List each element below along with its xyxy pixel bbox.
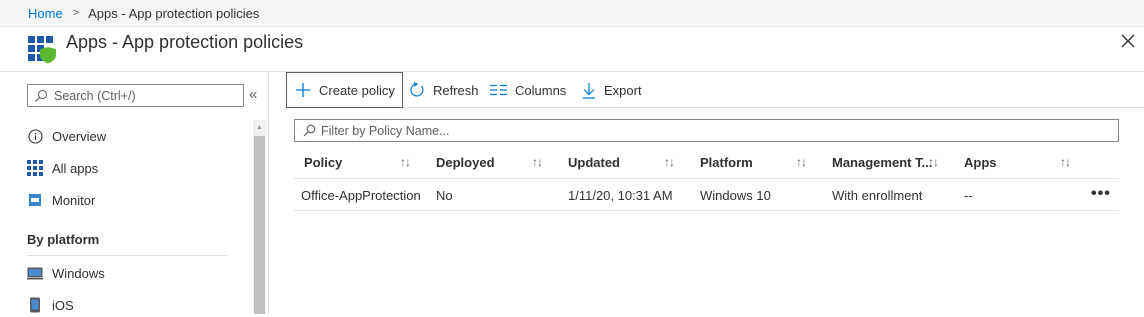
column-header-management-type[interactable]: Management T... (832, 145, 932, 179)
table-row[interactable]: Office-AppProtection No 1/11/20, 10:31 A… (294, 179, 1119, 211)
sidebar-item-label: All apps (52, 160, 99, 176)
sidebar-search-input[interactable] (54, 88, 234, 103)
column-header-policy[interactable]: Policy (304, 145, 342, 179)
sidebar-scrollbar[interactable]: ▲ (253, 120, 266, 314)
sort-icon[interactable]: ↑↓ (532, 145, 543, 179)
grid-shield-icon (28, 36, 56, 64)
search-icon (303, 124, 316, 137)
sidebar-item-label: Monitor (52, 192, 96, 208)
export-button[interactable]: Export (582, 72, 642, 108)
divider (27, 255, 227, 256)
title-bar: Apps - App protection policies (0, 27, 1144, 72)
breadcrumb-separator: > (72, 7, 80, 19)
download-icon (583, 82, 595, 99)
cell-apps: -- (964, 187, 973, 203)
cell-policy[interactable]: Office-AppProtection (301, 179, 421, 211)
sidebar-item-label: iOS (52, 297, 74, 313)
columns-label: Columns (515, 82, 567, 98)
close-icon[interactable] (1120, 33, 1136, 49)
table-header: Policy ↑↓ Deployed ↑↓ Updated ↑↓ Platfor… (294, 145, 1119, 179)
sort-icon[interactable]: ↑↓ (400, 145, 411, 179)
apps-grid-icon (27, 160, 43, 176)
column-header-deployed[interactable]: Deployed (436, 145, 495, 179)
breadcrumb-current: Apps - App protection policies (88, 5, 260, 21)
sidebar-item-monitor[interactable]: Monitor (27, 188, 95, 212)
columns-icon (490, 84, 507, 96)
refresh-button[interactable]: Refresh (409, 72, 479, 108)
create-policy-label: Create policy (319, 82, 395, 98)
search-icon (35, 89, 48, 102)
sidebar-search (27, 84, 244, 107)
cell-management-type: With enrollment (832, 187, 923, 203)
page-title: Apps - App protection policies (66, 32, 304, 52)
scroll-up-arrow-icon[interactable]: ▲ (253, 120, 266, 134)
sidebar-item-windows[interactable]: Windows (27, 261, 105, 285)
sidebar-item-label: Overview (52, 128, 107, 144)
refresh-icon (410, 82, 424, 97)
columns-button[interactable]: Columns (490, 72, 566, 108)
monitor-icon (27, 192, 43, 208)
breadcrumb-home-link[interactable]: Home (28, 6, 63, 21)
refresh-label: Refresh (433, 82, 479, 98)
section-by-platform: By platform (27, 232, 100, 247)
command-bar: Create policy Refresh Columns Export (286, 72, 1144, 108)
info-icon (27, 128, 43, 144)
policy-filter (294, 119, 1119, 142)
sort-icon[interactable]: ↑↓ (928, 145, 939, 179)
export-label: Export (604, 82, 642, 98)
sidebar: « Overview All apps (0, 72, 269, 314)
sidebar-item-overview[interactable]: Overview (27, 124, 106, 148)
cell-updated: 1/11/20, 10:31 AM (568, 187, 673, 203)
cell-deployed: No (436, 187, 453, 203)
sidebar-item-all-apps[interactable]: All apps (27, 156, 98, 180)
row-more-options-icon[interactable]: ••• (1091, 179, 1111, 209)
create-policy-button[interactable]: Create policy (286, 72, 403, 108)
policy-filter-input[interactable] (321, 123, 1101, 138)
scroll-thumb[interactable] (254, 136, 265, 314)
cell-platform: Windows 10 (700, 187, 771, 203)
ios-device-icon (27, 297, 43, 313)
windows-device-icon (27, 265, 43, 281)
column-header-apps[interactable]: Apps (964, 145, 997, 179)
sort-icon[interactable]: ↑↓ (796, 145, 807, 179)
sidebar-item-label: Windows (52, 265, 105, 281)
sort-icon[interactable]: ↑↓ (1060, 145, 1071, 179)
column-header-updated[interactable]: Updated (568, 145, 620, 179)
plus-icon (296, 83, 310, 97)
sidebar-item-ios[interactable]: iOS (27, 293, 74, 317)
collapse-sidebar-button[interactable]: « (249, 86, 257, 103)
sort-icon[interactable]: ↑↓ (664, 145, 675, 179)
breadcrumb: Home > Apps - App protection policies (0, 0, 1144, 27)
column-header-platform[interactable]: Platform (700, 145, 753, 179)
